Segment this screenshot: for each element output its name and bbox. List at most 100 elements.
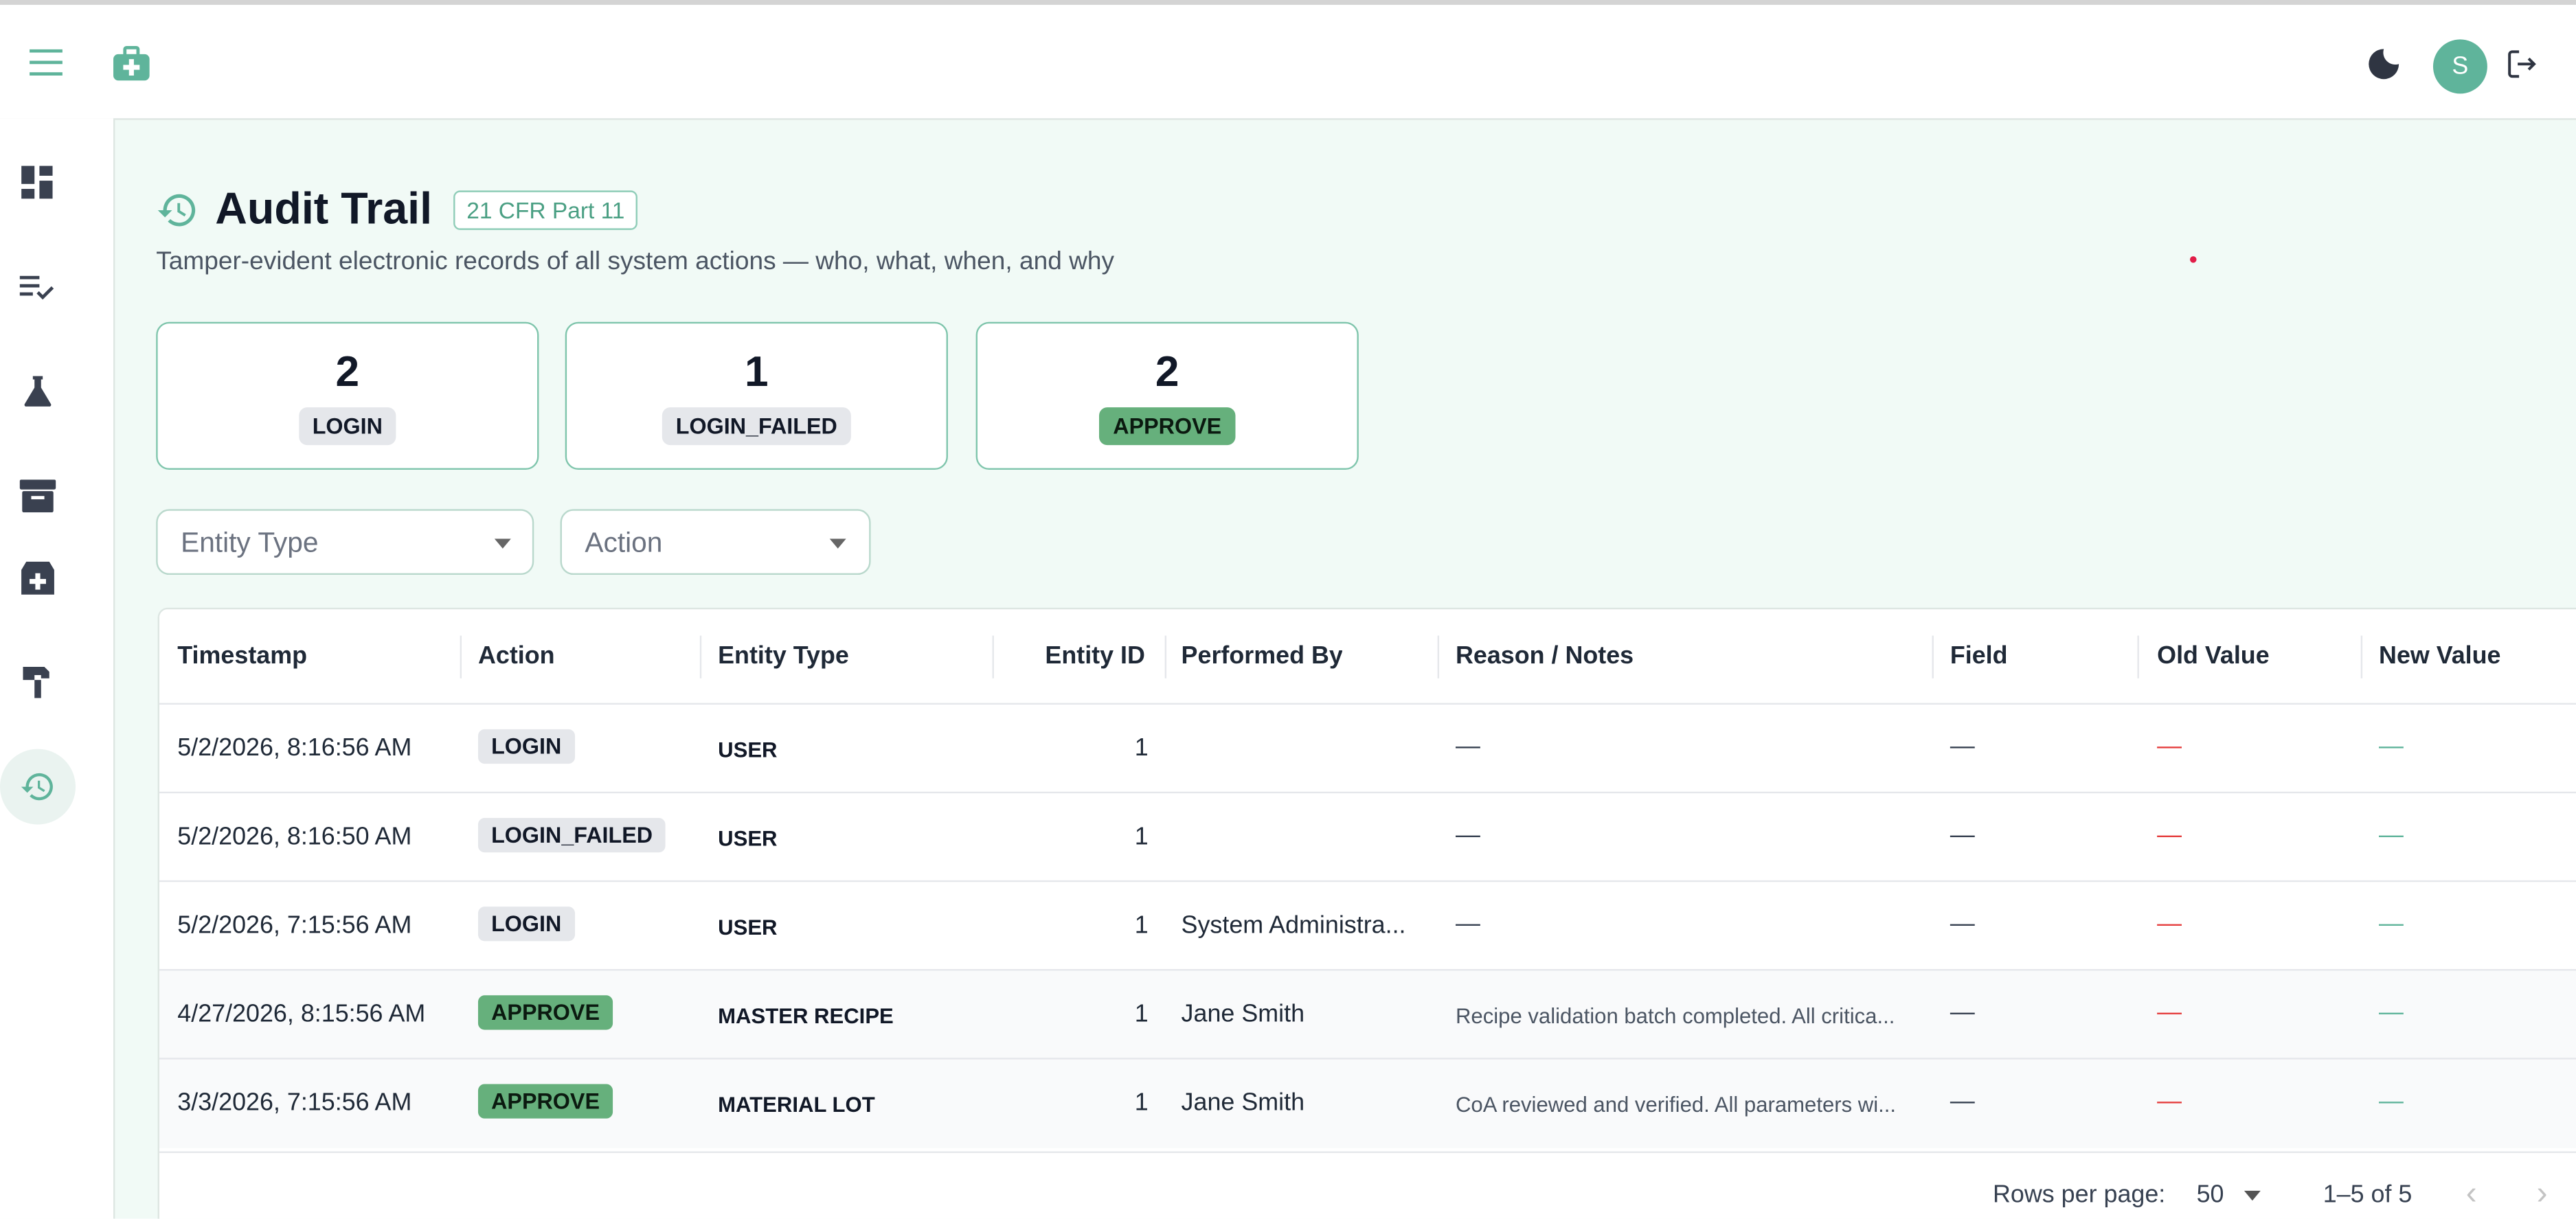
column-divider[interactable]: [2360, 635, 2363, 679]
cell-timestamp: 5/2/2026, 8:16:56 AM: [177, 734, 412, 762]
cell-entity-type: USER: [718, 915, 778, 939]
sidebar: [0, 118, 115, 1219]
cell-entity-type: USER: [718, 737, 778, 762]
cell-entity-id: 1: [1134, 734, 1149, 762]
cell-old-value: —: [2157, 732, 2182, 761]
action-chip: LOGIN: [477, 907, 575, 942]
table-pagination: Rows per page: 50 1–5 of 5 ‹ ›: [159, 1151, 2576, 1219]
window-top-border: [0, 0, 2576, 5]
action-select[interactable]: Action: [560, 509, 871, 576]
table-row[interactable]: 5/2/2026, 8:16:50 AM LOGIN_FAILED USER 1…: [159, 791, 2576, 882]
cell-old-value: —: [2157, 821, 2182, 850]
column-divider[interactable]: [2137, 635, 2139, 679]
cell-timestamp: 4/27/2026, 8:15:56 AM: [177, 1000, 426, 1029]
cell-new-value: —: [2379, 1087, 2404, 1115]
action-chip: APPROVE: [477, 1084, 613, 1119]
checklist-icon: [19, 275, 54, 300]
cell-old-value: —: [2157, 909, 2182, 938]
menu-icon[interactable]: [21, 38, 74, 87]
cell-field: —: [1950, 999, 1975, 1027]
app-root: S Audit Trail 21 CFR Part 11 Tamper-evid…: [0, 0, 2576, 1219]
page-header: Audit Trail 21 CFR Part 11: [156, 184, 638, 235]
sidebar-item-dashboard[interactable]: [0, 144, 76, 220]
stat-card-login-failed[interactable]: 1 LOGIN_FAILED: [565, 321, 948, 470]
hammer-icon: [23, 666, 49, 698]
cell-field: —: [1950, 821, 1975, 850]
column-header-field[interactable]: Field: [1950, 642, 2008, 670]
rows-per-page-select[interactable]: 50: [2197, 1181, 2261, 1209]
cell-new-value: —: [2379, 821, 2404, 850]
cell-performed-by: System Administra...: [1181, 911, 1406, 939]
cell-old-value: —: [2157, 1087, 2182, 1115]
cell-timestamp: 3/3/2026, 7:15:56 AM: [177, 1089, 412, 1117]
entity-type-select[interactable]: Entity Type: [156, 509, 534, 576]
stat-card-login[interactable]: 2 LOGIN: [156, 321, 539, 470]
cell-reason: —: [1455, 732, 1480, 761]
logout-icon[interactable]: [2502, 45, 2541, 84]
cell-new-value: —: [2379, 909, 2404, 938]
action-chip: LOGIN_FAILED: [477, 818, 666, 853]
sidebar-item-equipment[interactable]: [0, 644, 76, 720]
column-header-old-value[interactable]: Old Value: [2157, 642, 2269, 670]
column-header-performed-by[interactable]: Performed By: [1182, 642, 1343, 670]
table-row[interactable]: 4/27/2026, 8:15:56 AM APPROVE MASTER REC…: [159, 969, 2576, 1060]
column-header-entity-id[interactable]: Entity ID: [1010, 642, 1145, 670]
sidebar-item-audit-trail[interactable]: [0, 749, 76, 825]
column-header-entity-type[interactable]: Entity Type: [718, 642, 849, 670]
pagination-range: 1–5 of 5: [2323, 1181, 2413, 1209]
column-header-action[interactable]: Action: [478, 642, 555, 670]
moon-icon[interactable]: [2361, 41, 2407, 87]
stat-label: LOGIN_FAILED: [662, 407, 850, 446]
sidebar-item-pharmacy[interactable]: [0, 540, 76, 616]
column-divider[interactable]: [1164, 635, 1167, 679]
compliance-badge: 21 CFR Part 11: [453, 190, 638, 229]
cell-entity-id: 1: [1134, 1089, 1149, 1117]
column-header-timestamp[interactable]: Timestamp: [177, 642, 307, 670]
cell-field: —: [1950, 1087, 1975, 1115]
stat-value: 1: [745, 346, 769, 396]
cell-entity-id: 1: [1134, 823, 1149, 851]
column-header-new-value[interactable]: New Value: [2379, 642, 2500, 670]
cell-field: —: [1950, 732, 1975, 761]
table-row[interactable]: 5/2/2026, 8:16:56 AM LOGIN USER 1 — — — …: [159, 703, 2576, 794]
cell-reason: —: [1455, 909, 1480, 938]
sidebar-item-checklist[interactable]: [0, 250, 76, 326]
sidebar-item-inventory[interactable]: [0, 458, 76, 534]
stat-value: 2: [335, 346, 360, 396]
medical-add-icon: [21, 561, 54, 595]
history-icon: [21, 773, 53, 801]
cell-old-value: —: [2157, 999, 2182, 1027]
app-bar: S: [0, 5, 2576, 120]
cell-new-value: —: [2379, 999, 2404, 1027]
stat-card-approve[interactable]: 2 APPROVE: [975, 321, 1359, 470]
history-icon: [157, 193, 196, 226]
column-divider[interactable]: [992, 635, 994, 679]
sidebar-item-lab[interactable]: [0, 353, 76, 429]
stat-label: LOGIN: [299, 407, 396, 446]
cell-performed-by: Jane Smith: [1181, 1089, 1305, 1117]
column-header-reason[interactable]: Reason / Notes: [1456, 642, 1634, 670]
cell-timestamp: 5/2/2026, 8:16:50 AM: [177, 823, 412, 851]
next-page-icon[interactable]: ›: [2537, 1176, 2548, 1214]
column-divider[interactable]: [1437, 635, 1440, 679]
table-row[interactable]: 5/2/2026, 7:15:56 AM LOGIN USER 1 System…: [159, 880, 2576, 971]
chevron-down-icon: [829, 538, 846, 549]
previous-page-icon[interactable]: ‹: [2466, 1176, 2477, 1214]
cell-reason: —: [1455, 821, 1480, 850]
avatar[interactable]: S: [2432, 39, 2487, 94]
cell-reason: CoA reviewed and verified. All parameter…: [1455, 1092, 1897, 1117]
cell-entity-id: 1: [1134, 911, 1149, 939]
column-divider[interactable]: [460, 635, 462, 679]
cell-timestamp: 5/2/2026, 7:15:56 AM: [177, 911, 412, 939]
dashboard-icon: [21, 166, 53, 199]
rows-per-page-label: Rows per page:: [1993, 1181, 2166, 1209]
stat-value: 2: [1155, 346, 1179, 396]
avatar-initial: S: [2452, 52, 2469, 81]
flask-icon: [24, 376, 52, 407]
column-divider[interactable]: [1932, 635, 1934, 679]
cell-entity-id: 1: [1134, 1000, 1149, 1029]
cell-entity-type: MATERIAL LOT: [718, 1092, 875, 1117]
cell-field: —: [1950, 909, 1975, 938]
table-row[interactable]: 3/3/2026, 7:15:56 AM APPROVE MATERIAL LO…: [159, 1058, 2576, 1148]
column-divider[interactable]: [699, 635, 702, 679]
